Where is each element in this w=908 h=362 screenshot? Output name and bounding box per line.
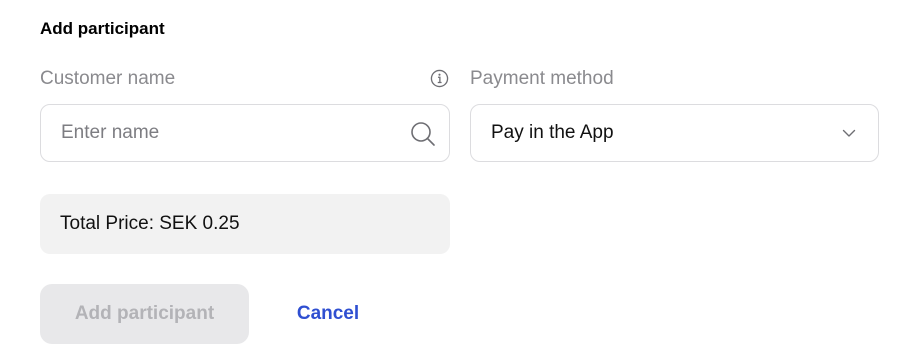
total-price-box: Total Price: SEK 0.25 bbox=[40, 194, 450, 254]
chevron-down-icon bbox=[842, 129, 856, 137]
search-icon[interactable] bbox=[410, 121, 436, 147]
info-icon[interactable] bbox=[430, 69, 449, 88]
customer-name-input[interactable] bbox=[61, 105, 401, 161]
customer-name-field[interactable] bbox=[40, 104, 450, 162]
add-participant-button[interactable]: Add participant bbox=[40, 284, 249, 344]
customer-name-label: Customer name bbox=[40, 68, 176, 89]
payment-method-value: Pay in the App bbox=[491, 122, 614, 143]
form-title: Add participant bbox=[40, 19, 165, 38]
cancel-button[interactable]: Cancel bbox=[280, 284, 376, 344]
payment-method-select[interactable]: Pay in the App bbox=[470, 104, 879, 162]
add-participant-form: Add participant Customer name Payment me… bbox=[0, 0, 908, 362]
payment-method-label: Payment method bbox=[470, 68, 614, 89]
total-price-text: Total Price: SEK 0.25 bbox=[60, 213, 240, 234]
